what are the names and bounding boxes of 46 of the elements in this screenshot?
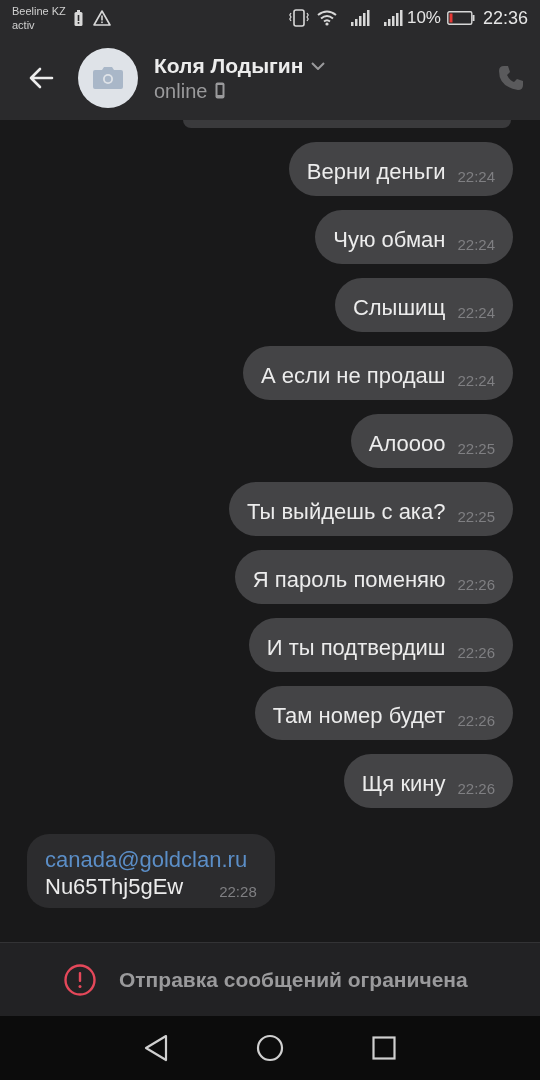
message-time: 22:26 [457, 781, 495, 797]
back-arrow-icon[interactable] [28, 67, 54, 89]
message-time: 22:26 [457, 713, 495, 729]
vibrate-icon [288, 9, 309, 27]
battery-alert-icon [73, 10, 83, 26]
camera-icon [93, 67, 123, 89]
chevron-down-icon[interactable] [311, 62, 326, 70]
recents-icon[interactable] [372, 1036, 396, 1060]
carrier-text: activ [12, 18, 36, 33]
message-time: 22:26 [457, 645, 495, 661]
signal-icon [383, 10, 403, 26]
message-time: 22:26 [457, 577, 495, 593]
message-text: Я пароль поменяю [252, 566, 446, 593]
wifi-icon [316, 10, 337, 26]
carrier-text: Beeline KZ [12, 3, 66, 18]
avatar[interactable] [78, 48, 138, 108]
restriction-notice: Отправка сообщений ограничена [119, 966, 468, 993]
message-text: Чую обман [333, 226, 446, 253]
alert-icon [64, 963, 96, 996]
signal-icon [350, 10, 370, 26]
battery-percent: 10% [406, 7, 441, 30]
message-time: 22:28 [219, 883, 257, 900]
message-time: 22:24 [457, 169, 495, 185]
message-text: Щя кину [361, 770, 446, 797]
message-text: Там номер будет [272, 702, 446, 729]
message-time: 22:25 [457, 509, 495, 525]
message-text: Nu65Thj5gEw [45, 873, 184, 900]
back-icon[interactable] [144, 1034, 168, 1062]
home-icon[interactable] [256, 1034, 284, 1062]
contact-name[interactable]: Коля Лодыгин [154, 53, 304, 79]
message-time: 22:25 [457, 441, 495, 457]
message-text: А если не продаш [261, 362, 446, 389]
message-text: Верни деньги [306, 158, 446, 185]
message-time: 22:24 [457, 237, 495, 253]
message-time: 22:24 [457, 373, 495, 389]
message-text: И ты подтвердиш [266, 634, 446, 661]
message-text: Слышищ [352, 294, 446, 321]
phone-device-icon [215, 82, 226, 100]
online-status: online [154, 78, 208, 103]
warning-icon [92, 10, 111, 26]
message-time: 22:24 [457, 305, 495, 321]
message-text: Ты выйдешь с ака? [247, 498, 446, 525]
email-link[interactable]: canada@goldclan.ru [45, 846, 257, 874]
clock-time: 22:36 [482, 6, 528, 30]
message-text: Алоооо [368, 430, 446, 457]
battery-icon [446, 11, 475, 25]
